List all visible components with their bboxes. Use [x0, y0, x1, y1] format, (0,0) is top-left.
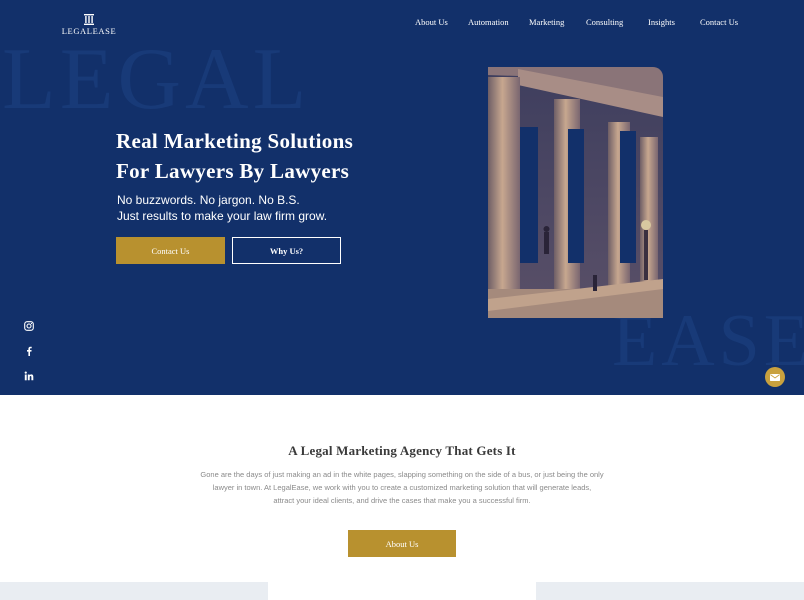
- linkedin-icon[interactable]: [24, 371, 34, 381]
- why-us-button[interactable]: Why Us?: [232, 237, 341, 264]
- logo-wordmark: LEGALEASE: [61, 26, 117, 36]
- nav-contact-us[interactable]: Contact Us: [700, 17, 738, 31]
- contact-us-button[interactable]: Contact Us: [116, 237, 225, 264]
- chat-button[interactable]: [765, 367, 785, 387]
- hero-section: LEGAL EASE LEGALEASE About Us Automation…: [0, 0, 804, 395]
- hero-watermark-legal: LEGAL: [2, 31, 311, 128]
- section-body-line3: attract your ideal clients, and drive th…: [273, 496, 531, 505]
- hero-headline-line2: For Lawyers By Lawyers: [116, 159, 350, 183]
- column-logo-icon: [84, 14, 94, 25]
- nav-insights[interactable]: Insights: [648, 17, 675, 31]
- section-body-line1: Gone are the days of just making an ad i…: [200, 470, 604, 479]
- section-body-line2: lawyer in town. At LegalEase, we work wi…: [212, 483, 592, 492]
- section-title: A Legal Marketing Agency That Gets It: [288, 443, 516, 458]
- courthouse-illustration: [488, 67, 663, 318]
- nav-about-us[interactable]: About Us: [415, 17, 448, 31]
- section-body: Gone are the days of just making an ad i…: [168, 468, 636, 507]
- nav-consulting[interactable]: Consulting: [586, 17, 623, 31]
- courthouse-photo: [488, 67, 663, 318]
- bottom-strip-left: [0, 582, 268, 600]
- hero-headline-line1: Real Marketing Solutions: [116, 129, 354, 153]
- instagram-icon[interactable]: [24, 321, 34, 331]
- mail-icon: [770, 373, 780, 381]
- nav-marketing[interactable]: Marketing: [529, 17, 564, 31]
- about-us-button[interactable]: About Us: [348, 530, 456, 557]
- site-logo[interactable]: LEGALEASE: [58, 14, 120, 38]
- hero-headline: Real Marketing Solutions For Lawyers By …: [116, 126, 446, 186]
- bottom-strip-right: [536, 582, 804, 600]
- facebook-icon[interactable]: [24, 346, 34, 356]
- hero-sub-line1: No buzzwords. No jargon. No B.S.: [117, 193, 300, 207]
- hero-subheadline: No buzzwords. No jargon. No B.S. Just re…: [117, 192, 447, 224]
- hero-sub-line2: Just results to make your law firm grow.: [117, 209, 328, 223]
- nav-automation[interactable]: Automation: [468, 17, 509, 31]
